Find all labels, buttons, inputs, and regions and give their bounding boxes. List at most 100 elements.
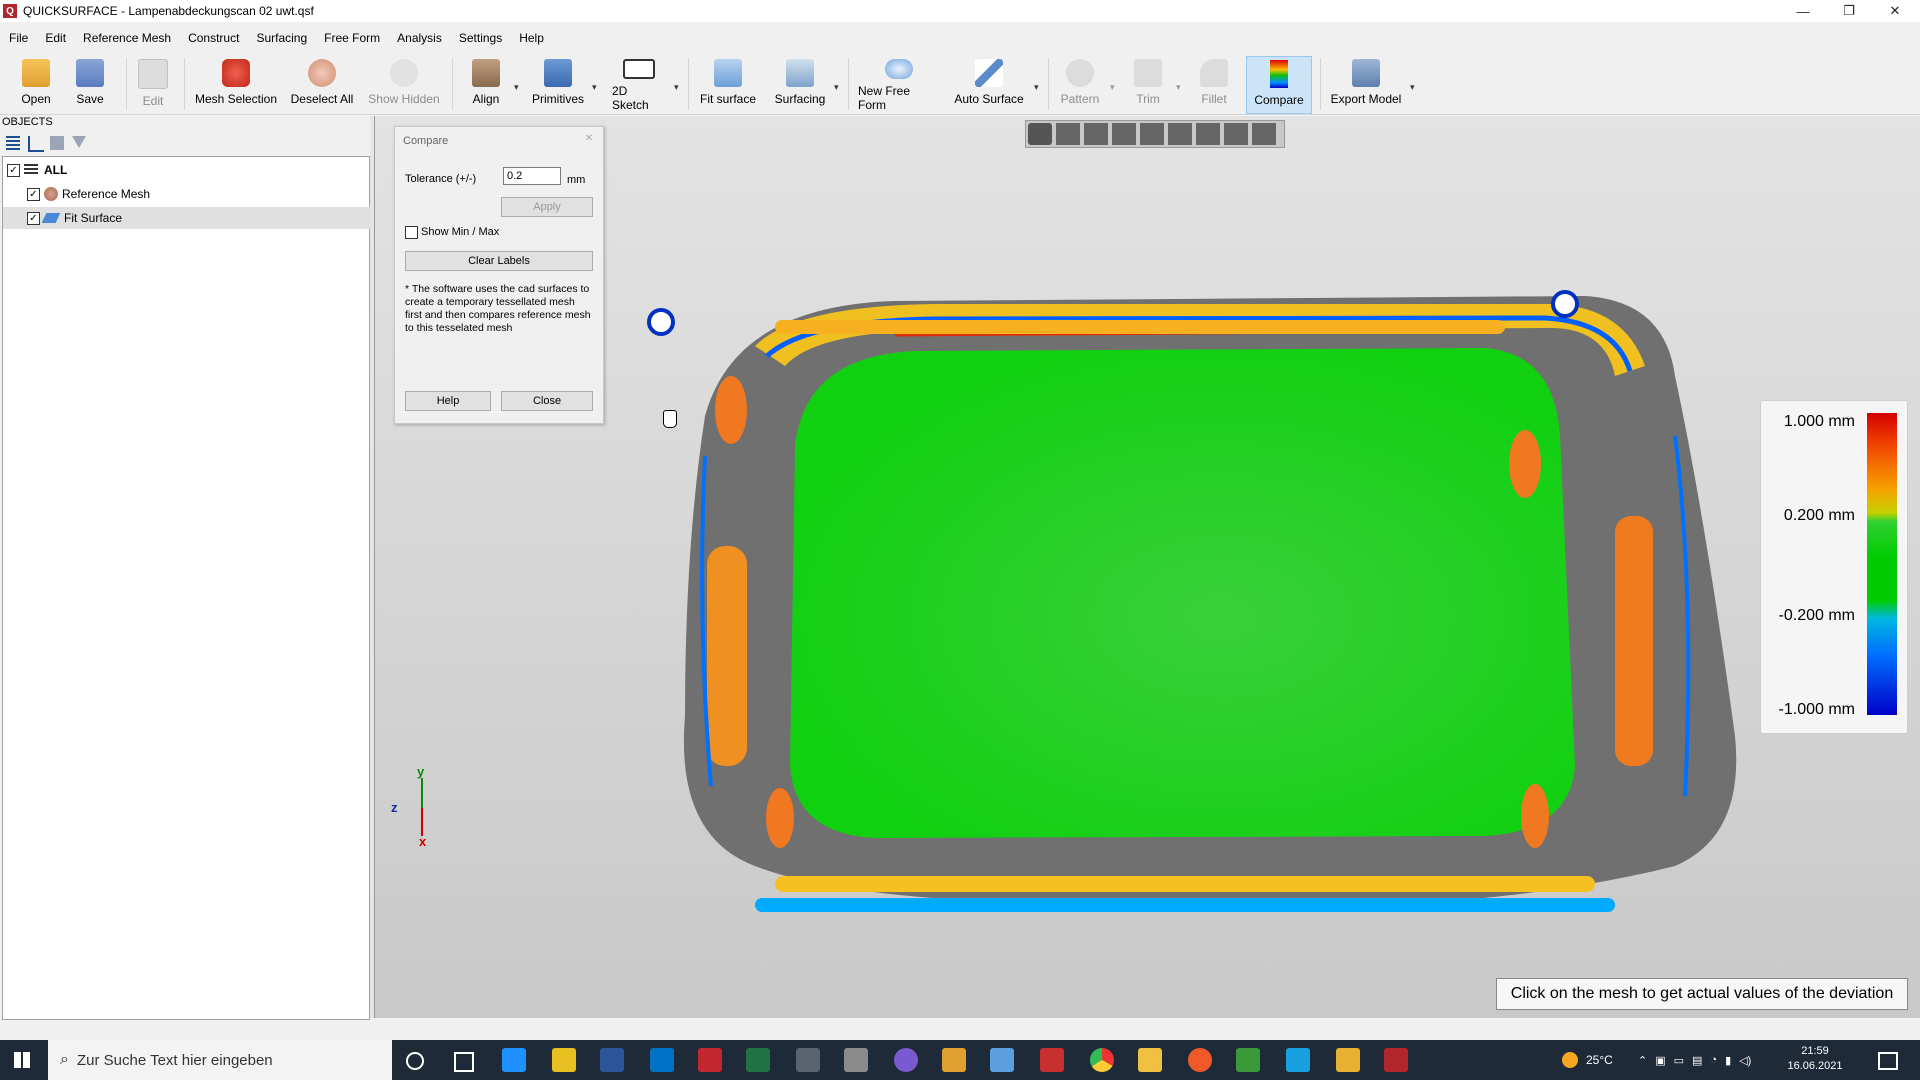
deviation-color-map[interactable] (375, 116, 1920, 1018)
app-icon-polyhedron[interactable] (1040, 1048, 1064, 1072)
save-button[interactable]: Save (70, 56, 110, 112)
align-button[interactable]: Align (466, 56, 506, 112)
show-minmax-checkbox[interactable] (405, 226, 418, 239)
cortana-icon[interactable] (406, 1052, 424, 1070)
legend-tick-max: 1.000 mm (1783, 413, 1855, 430)
help-button[interactable]: Help (405, 391, 491, 411)
weather-widget[interactable]: 25°C (1562, 1040, 1613, 1080)
quicksurface-taskbar-icon[interactable] (1384, 1048, 1408, 1072)
volume-icon[interactable]: ◁) (1739, 1054, 1751, 1067)
corner-hole-tr (1551, 290, 1579, 318)
apply-button[interactable]: Apply (501, 197, 593, 217)
app-icon-scanner[interactable] (796, 1048, 820, 1072)
tree-view-icon[interactable] (28, 136, 44, 152)
display-icon[interactable]: ▤ (1692, 1054, 1702, 1067)
bottom-band (775, 876, 1595, 892)
app-icon-sphere[interactable] (894, 1048, 918, 1072)
fillet-button[interactable]: Fillet (1194, 56, 1234, 112)
sketch-icon (623, 59, 655, 79)
pattern-dropdown-arrow[interactable]: ▾ (1110, 82, 1115, 93)
menu-free-form[interactable]: Free Form (315, 31, 388, 45)
chrome-icon[interactable] (1090, 1048, 1114, 1072)
export-model-button[interactable]: Export Model (1330, 56, 1402, 112)
excel-icon[interactable] (746, 1048, 770, 1072)
taskbar-search[interactable]: ⌕ Zur Suche Text hier eingeben (48, 1040, 392, 1080)
app-icon-orange[interactable] (1188, 1048, 1212, 1072)
task-view-icon[interactable] (454, 1052, 474, 1072)
sun-icon (1562, 1052, 1578, 1068)
menu-construct[interactable]: Construct (179, 31, 247, 45)
sketch-dropdown-arrow[interactable]: ▾ (674, 82, 679, 93)
app-icon-green[interactable] (1236, 1048, 1260, 1072)
new-free-form-button[interactable]: New Free Form (858, 56, 940, 112)
export-icon (1352, 59, 1380, 87)
menu-surfacing[interactable]: Surfacing (247, 31, 315, 45)
primitives-button[interactable]: Primitives (532, 56, 584, 112)
auto-surface-dropdown-arrow[interactable]: ▾ (1034, 82, 1039, 93)
network-icon[interactable]: ▭ (1674, 1054, 1684, 1067)
primitives-dropdown-arrow[interactable]: ▾ (592, 82, 597, 93)
word-icon[interactable] (600, 1048, 624, 1072)
app-icon-plane[interactable] (990, 1048, 1014, 1072)
mesh-cube-icon (222, 59, 250, 87)
trim-dropdown-arrow[interactable]: ▾ (1176, 82, 1181, 93)
tree-item-reference-mesh[interactable]: ✓ Reference Mesh (3, 183, 393, 205)
tree-item-all[interactable]: ✓ ALL (3, 159, 373, 181)
app-icon-i[interactable] (942, 1048, 966, 1072)
app-icon-cad[interactable] (844, 1048, 868, 1072)
notification-icon[interactable] (1878, 1052, 1898, 1070)
menu-settings[interactable]: Settings (450, 31, 510, 45)
app-icon-c[interactable] (1286, 1048, 1310, 1072)
maximize-button[interactable]: ❐ (1826, 0, 1872, 22)
tolerance-input[interactable] (503, 167, 561, 185)
axis-x-label: x (419, 834, 427, 849)
app-icon-tasks[interactable] (552, 1048, 576, 1072)
2d-sketch-button[interactable]: 2D Sketch (612, 56, 666, 112)
mesh-selection-button[interactable]: Mesh Selection (194, 56, 278, 112)
list-view-icon[interactable] (6, 136, 20, 150)
align-dropdown-arrow[interactable]: ▾ (514, 82, 519, 93)
app-icon-tablet[interactable] (502, 1048, 526, 1072)
surfacing-button[interactable]: Surfacing (772, 56, 828, 112)
checkbox-reference-mesh[interactable]: ✓ (27, 187, 40, 201)
expand-icon[interactable] (50, 136, 64, 150)
folder-taskbar-icon[interactable] (1336, 1048, 1360, 1072)
clear-labels-button[interactable]: Clear Labels (405, 251, 593, 271)
edit-button[interactable]: Edit (136, 56, 170, 112)
dialog-close-icon[interactable]: ✕ (583, 133, 595, 145)
wifi-icon[interactable]: ◔ (1710, 1054, 1717, 1066)
battery-icon[interactable]: ▮ (1725, 1054, 1731, 1067)
app-icon-search-red[interactable] (698, 1048, 722, 1072)
menu-reference-mesh[interactable]: Reference Mesh (74, 31, 179, 45)
floppy-disk-icon (76, 59, 104, 87)
checkbox-fit-surface[interactable]: ✓ (27, 211, 40, 225)
menu-help[interactable]: Help (510, 31, 552, 45)
windows-start-icon[interactable] (14, 1052, 30, 1068)
menu-analysis[interactable]: Analysis (388, 31, 450, 45)
compare-button[interactable]: Compare (1246, 56, 1312, 114)
tree-item-fit-surface[interactable]: ✓ Fit Surface (3, 207, 393, 229)
export-dropdown-arrow[interactable]: ▾ (1410, 82, 1415, 93)
clock[interactable]: 21:59 16.06.2021 (1770, 1043, 1860, 1077)
surfacing-dropdown-arrow[interactable]: ▾ (834, 82, 839, 93)
fit-surface-button[interactable]: Fit surface (698, 56, 758, 112)
close-button[interactable]: ✕ (1872, 0, 1918, 22)
pattern-button[interactable]: Pattern (1058, 56, 1102, 112)
menu-file[interactable]: File (0, 31, 36, 45)
checkbox-all[interactable]: ✓ (7, 163, 20, 177)
close-dialog-button[interactable]: Close (501, 391, 593, 411)
deselect-all-button[interactable]: Deselect All (288, 56, 356, 112)
3d-viewport[interactable]: y z x (374, 116, 1920, 1018)
minimize-button[interactable]: — (1780, 0, 1826, 22)
chevron-up-icon[interactable]: ⌃ (1638, 1054, 1647, 1067)
open-button[interactable]: Open (14, 56, 58, 112)
auto-surface-button[interactable]: Auto Surface (954, 56, 1024, 112)
filter-icon[interactable] (72, 136, 86, 148)
menu-edit[interactable]: Edit (36, 31, 74, 45)
tray-app-icon[interactable]: ▣ (1655, 1054, 1665, 1067)
trim-button[interactable]: Trim (1128, 56, 1168, 112)
file-explorer-icon[interactable] (1138, 1048, 1162, 1072)
show-hidden-button[interactable]: Show Hidden (366, 56, 442, 112)
outlook-icon[interactable] (650, 1048, 674, 1072)
corner-blob-br (1521, 784, 1549, 848)
